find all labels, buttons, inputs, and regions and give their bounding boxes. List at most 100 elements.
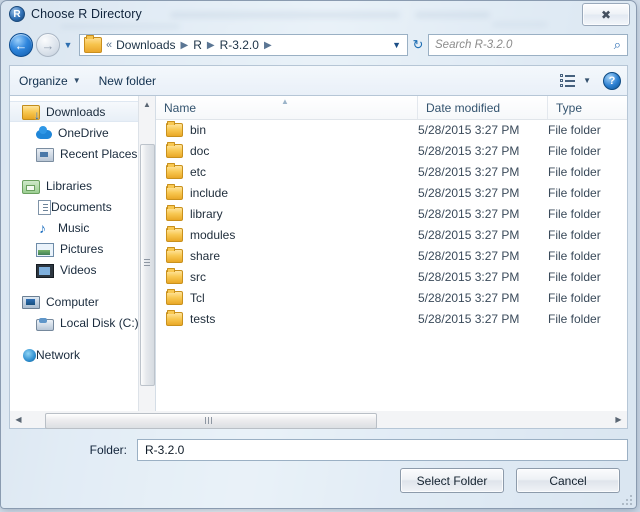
cell-date-modified: 5/28/2015 3:27 PM [418, 144, 548, 158]
cell-date-modified: 5/28/2015 3:27 PM [418, 249, 548, 263]
table-row[interactable]: doc5/28/2015 3:27 PMFile folder [156, 140, 627, 161]
forward-button[interactable]: → [36, 33, 60, 57]
folder-icon [166, 144, 183, 158]
toolbar: Organize ▼ New folder ▼ ? [9, 65, 628, 95]
recent-places-icon [36, 148, 54, 162]
scroll-right-button[interactable]: ▶ [610, 412, 627, 428]
breadcrumb: « Downloads ▶ R ▶ R-3.2.0 ▶ [106, 38, 277, 52]
file-list-pane: Name ▲ Date modified Type bin5/28/2015 3… [156, 96, 627, 424]
address-bar[interactable]: « Downloads ▶ R ▶ R-3.2.0 ▶ ▼ [79, 34, 408, 56]
sidebar-scroll-thumb[interactable] [140, 144, 155, 386]
close-button[interactable]: ✖ [582, 3, 630, 26]
history-dropdown-button[interactable]: ▼ [61, 40, 75, 50]
folder-icon [166, 123, 183, 137]
back-button[interactable]: ← [9, 33, 33, 57]
breadcrumb-item-r-320[interactable]: R-3.2.0 [220, 38, 259, 52]
column-header-name[interactable]: Name ▲ [156, 96, 418, 119]
sidebar-item-label: Libraries [46, 179, 92, 193]
sidebar-item-label: Recent Places [60, 147, 137, 161]
breadcrumb-item-downloads[interactable]: Downloads [116, 38, 175, 52]
file-name-label: library [190, 207, 223, 221]
table-row[interactable]: bin5/28/2015 3:27 PMFile folder [156, 119, 627, 140]
sidebar-item-computer[interactable]: Computer [10, 291, 155, 312]
search-box[interactable]: Search R-3.2.0 ⌕ [428, 34, 628, 56]
sidebar-group-gap [10, 280, 155, 291]
table-row[interactable]: etc5/28/2015 3:27 PMFile folder [156, 161, 627, 182]
toolbar-right-group: ▼ ? [559, 72, 627, 90]
refresh-button[interactable]: ↻ [408, 37, 428, 53]
cell-date-modified: 5/28/2015 3:27 PM [418, 207, 548, 221]
cell-name: doc [156, 144, 418, 158]
file-name-label: bin [190, 123, 206, 137]
folder-icon [166, 228, 183, 242]
horizontal-scroll-track[interactable] [27, 412, 610, 428]
sidebar-item-videos[interactable]: Videos [10, 259, 155, 280]
organize-button[interactable]: Organize ▼ [10, 70, 90, 92]
new-folder-button[interactable]: New folder [90, 70, 165, 92]
video-icon [36, 264, 54, 278]
dialog-buttons: Select Folder Cancel [400, 468, 620, 493]
table-row[interactable]: share5/28/2015 3:27 PMFile folder [156, 245, 627, 266]
sidebar-item-network[interactable]: Network [10, 344, 155, 365]
cell-type: File folder [548, 144, 627, 158]
breadcrumb-item-r[interactable]: R [193, 38, 202, 52]
sort-ascending-icon: ▲ [281, 97, 289, 106]
sidebar-item-libraries[interactable]: Libraries [10, 175, 155, 196]
folder-icon [166, 291, 183, 305]
view-mode-icon[interactable] [559, 74, 576, 87]
select-folder-button[interactable]: Select Folder [400, 468, 504, 493]
breadcrumb-separator-icon[interactable]: ▶ [207, 40, 215, 51]
search-icon: ⌕ [614, 37, 621, 53]
title-bar: R Choose R Directory ✖ [1, 1, 636, 27]
cloud-icon [36, 130, 52, 139]
table-row[interactable]: modules5/28/2015 3:27 PMFile folder [156, 224, 627, 245]
horizontal-scroll-thumb[interactable] [45, 413, 377, 429]
address-dropdown-button[interactable]: ▼ [392, 40, 401, 50]
file-name-label: Tcl [190, 291, 205, 305]
resize-grip[interactable] [620, 493, 632, 505]
table-row[interactable]: Tcl5/28/2015 3:27 PMFile folder [156, 287, 627, 308]
download-folder-icon [22, 105, 40, 120]
folder-label: Folder: [9, 443, 137, 457]
sidebar-item-onedrive[interactable]: OneDrive [10, 122, 155, 143]
sidebar-item-documents[interactable]: Documents [10, 196, 155, 217]
file-rows: bin5/28/2015 3:27 PMFile folderdoc5/28/2… [156, 119, 627, 424]
chevron-up-icon: ▲ [143, 100, 151, 109]
column-header-date-modified[interactable]: Date modified [418, 96, 548, 119]
sidebar-scroll-up-button[interactable]: ▲ [139, 96, 155, 112]
table-row[interactable]: src5/28/2015 3:27 PMFile folder [156, 266, 627, 287]
breadcrumb-overflow-icon[interactable]: « [106, 39, 112, 51]
cancel-button[interactable]: Cancel [516, 468, 620, 493]
view-mode-dropdown-icon[interactable]: ▼ [583, 76, 591, 85]
content-panes: DownloadsOneDrive Recent Places Libraries D… [9, 95, 628, 425]
column-header-type[interactable]: Type [548, 96, 627, 119]
cell-type: File folder [548, 123, 627, 137]
folder-input[interactable]: R-3.2.0 [137, 439, 628, 461]
table-row[interactable]: library5/28/2015 3:27 PMFile folder [156, 203, 627, 224]
computer-icon [22, 296, 40, 309]
disk-icon [36, 319, 54, 331]
cancel-label: Cancel [549, 474, 586, 488]
cell-name: etc [156, 165, 418, 179]
sidebar-item-local-disk-c[interactable]: Local Disk (C:) [10, 312, 155, 333]
sidebar-item-music[interactable]: Music [10, 217, 155, 238]
sidebar-item-label: Documents [51, 200, 112, 214]
table-row[interactable]: tests5/28/2015 3:27 PMFile folder [156, 308, 627, 329]
sidebar-scrollbar[interactable]: ▲ ▼ [138, 96, 155, 424]
cell-date-modified: 5/28/2015 3:27 PM [418, 228, 548, 242]
table-row[interactable]: include5/28/2015 3:27 PMFile folder [156, 182, 627, 203]
help-button[interactable]: ? [603, 72, 621, 90]
scroll-left-button[interactable]: ◀ [10, 412, 27, 428]
sidebar-item-downloads[interactable]: Downloads [10, 101, 155, 122]
cell-type: File folder [548, 270, 627, 284]
folder-icon [166, 249, 183, 263]
horizontal-scrollbar[interactable]: ◀ ▶ [9, 411, 628, 429]
sidebar-item-pictures[interactable]: Pictures [10, 238, 155, 259]
column-header-name-label: Name [164, 101, 196, 115]
navigation-bar: ← → ▼ « Downloads ▶ R ▶ R-3.2.0 ▶ ▼ ↻ [1, 29, 636, 61]
breadcrumb-separator-icon[interactable]: ▶ [181, 40, 189, 51]
cell-name: src [156, 270, 418, 284]
breadcrumb-separator-icon[interactable]: ▶ [264, 40, 272, 51]
search-input[interactable]: Search R-3.2.0 [429, 39, 614, 51]
sidebar-item-recent-places[interactable]: Recent Places [10, 143, 155, 164]
